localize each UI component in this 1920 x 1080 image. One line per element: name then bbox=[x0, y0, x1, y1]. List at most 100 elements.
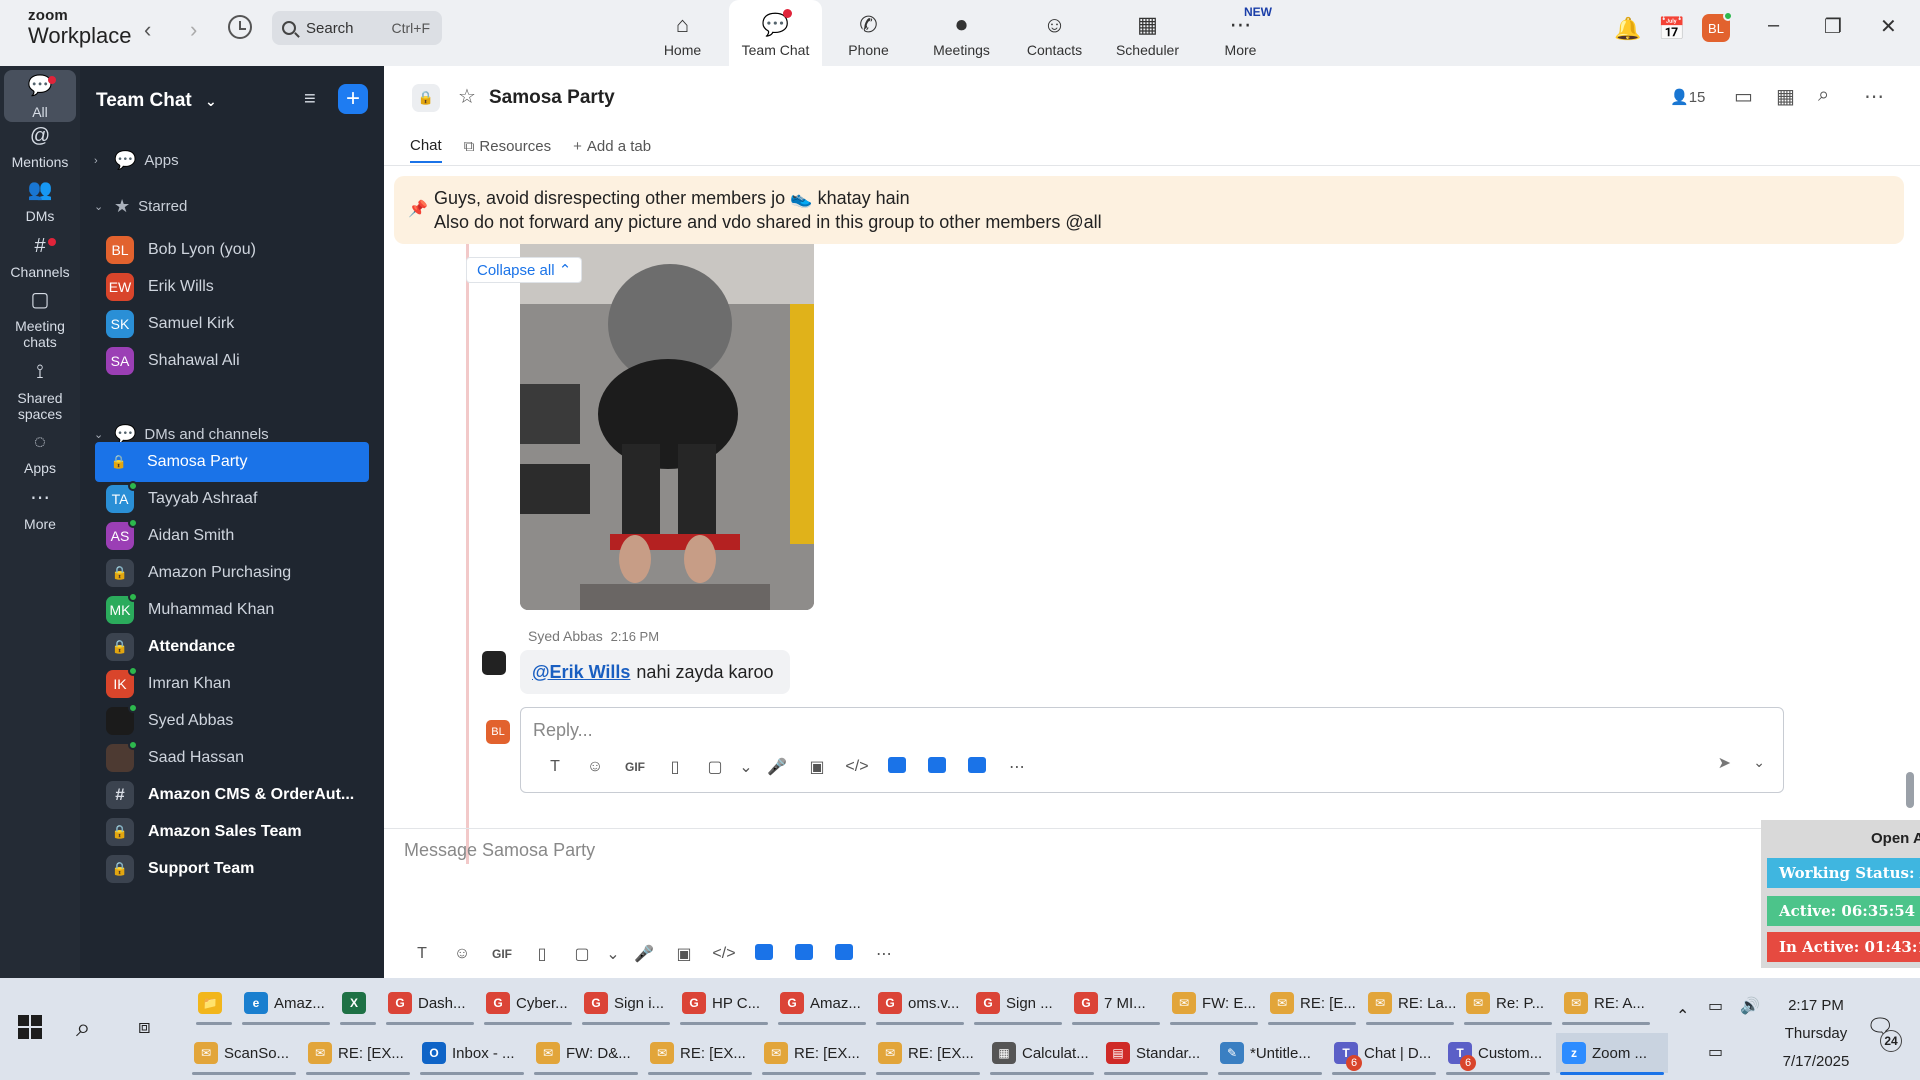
rail-mentions[interactable]: @ Mentions bbox=[0, 124, 80, 170]
taskbar-app[interactable]: G Cyber... bbox=[480, 983, 576, 1025]
taskbar-app[interactable]: ✉ FW: E... bbox=[1166, 983, 1262, 1025]
forward-arrow-icon[interactable]: › bbox=[190, 17, 197, 43]
sidebar-item[interactable]: IK Imran Khan bbox=[96, 664, 384, 704]
collapse-all-button[interactable]: Collapse all ⌃ bbox=[466, 257, 583, 283]
sender-avatar[interactable] bbox=[482, 651, 506, 675]
restore-icon[interactable]: ❐ bbox=[1824, 14, 1842, 39]
message-input[interactable]: Message Samosa Party bbox=[404, 840, 595, 861]
battery-icon[interactable]: ▭ bbox=[1708, 996, 1723, 1016]
nav-tab-scheduler[interactable]: ▦ Scheduler bbox=[1101, 0, 1194, 66]
gif-icon[interactable]: GIF bbox=[615, 760, 655, 774]
send-icon[interactable]: ➤ bbox=[1718, 753, 1731, 773]
screenshot-icon[interactable]: ▢ bbox=[562, 944, 602, 964]
apps-section[interactable]: › 💬 Apps bbox=[94, 150, 179, 171]
taskbar-app[interactable]: G Amaz... bbox=[774, 983, 870, 1025]
taskbar-app[interactable]: G HP C... bbox=[676, 983, 772, 1025]
nav-tab-contacts[interactable]: ☺ Contacts bbox=[1008, 0, 1101, 66]
taskbar-app[interactable]: ▦ Calculat... bbox=[986, 1033, 1098, 1075]
filter-icon[interactable]: ≡ bbox=[304, 88, 316, 111]
rail-meeting-chats[interactable]: ▢ Meeting chats bbox=[0, 288, 80, 350]
nav-tab-meetings[interactable]: ⏺ Meetings bbox=[915, 0, 1008, 66]
calendar-icon[interactable]: ▦ bbox=[1776, 84, 1795, 109]
taskbar-app[interactable]: T Chat | D... 6 bbox=[1328, 1033, 1440, 1075]
history-icon[interactable] bbox=[228, 15, 252, 39]
taskbar-app[interactable]: e Amaz... bbox=[238, 983, 334, 1025]
sidebar-item[interactable]: EW Erik Wills bbox=[96, 267, 384, 307]
nav-tab-phone[interactable]: ✆ Phone bbox=[822, 0, 915, 66]
sidebar-title[interactable]: Team Chat ⌄ bbox=[96, 90, 217, 112]
file-icon[interactable]: ▯ bbox=[522, 944, 562, 964]
taskbar-app[interactable]: ✉ RE: [E... bbox=[1264, 983, 1360, 1025]
channel-title[interactable]: Samosa Party bbox=[489, 87, 615, 109]
more-icon[interactable]: ⋯ bbox=[1864, 84, 1884, 109]
text-format-icon[interactable]: T bbox=[402, 945, 442, 963]
taskbar-app[interactable]: ✉ ScanSo... bbox=[188, 1033, 300, 1075]
sidebar-item[interactable]: 🔒 Amazon Purchasing bbox=[96, 553, 384, 593]
sidebar-item[interactable]: SA Shahawal Ali bbox=[96, 341, 384, 381]
shared-image[interactable] bbox=[520, 244, 814, 610]
sidebar-item[interactable]: SK Samuel Kirk bbox=[96, 304, 384, 344]
close-icon[interactable]: ✕ bbox=[1880, 14, 1897, 39]
taskbar-app[interactable]: ✉ RE: La... bbox=[1362, 983, 1458, 1025]
rail-shared-spaces[interactable]: ⟟ Shared spaces bbox=[0, 360, 80, 422]
rail-all[interactable]: 💬 All bbox=[4, 70, 76, 122]
gif-icon[interactable]: GIF bbox=[482, 947, 522, 961]
taskbar-app[interactable]: ✉ RE: [EX... bbox=[872, 1033, 984, 1075]
members-button[interactable]: 👤15 bbox=[1670, 88, 1705, 106]
file-icon[interactable]: ▯ bbox=[655, 757, 695, 777]
taskbar-app[interactable]: 📁 bbox=[192, 983, 236, 1025]
mic-icon[interactable]: 🎤 bbox=[624, 944, 664, 964]
sidebar-item[interactable]: MK Muhammad Khan bbox=[96, 590, 384, 630]
screenshot-icon[interactable]: ▢ bbox=[695, 757, 735, 777]
taskbar-app[interactable]: ✉ RE: A... bbox=[1558, 983, 1654, 1025]
taskbar-app[interactable]: T Custom... 6 bbox=[1442, 1033, 1554, 1075]
app-icon-2[interactable] bbox=[917, 756, 957, 778]
starred-section[interactable]: ⌄ ★ Starred bbox=[94, 196, 187, 217]
search-icon[interactable]: ⌕ bbox=[1818, 84, 1829, 107]
tab-add[interactable]: + Add a tab bbox=[573, 137, 651, 163]
rail-more[interactable]: ⋯ More bbox=[0, 486, 80, 532]
video-message-icon[interactable]: ▣ bbox=[797, 757, 837, 777]
taskbar-app[interactable]: X bbox=[336, 983, 380, 1025]
scrollbar-thumb[interactable] bbox=[1906, 772, 1914, 808]
rail-dms[interactable]: 👥 DMs bbox=[0, 178, 80, 224]
rail-channels[interactable]: # Channels bbox=[0, 234, 80, 280]
tab-resources[interactable]: ⧉ Resources bbox=[464, 137, 551, 163]
pinned-message[interactable]: 📌 Guys, avoid disrespecting other member… bbox=[394, 176, 1904, 244]
windows-start-icon[interactable] bbox=[18, 1015, 42, 1039]
message-bubble[interactable]: @Erik Wills nahi zayda karoo bbox=[520, 650, 790, 694]
taskbar-app[interactable]: G Dash... bbox=[382, 983, 478, 1025]
tab-chat[interactable]: Chat bbox=[410, 137, 442, 163]
rail-apps[interactable]: ◌ Apps bbox=[0, 430, 80, 476]
search-box[interactable]: Search Ctrl+F bbox=[272, 11, 442, 45]
minimize-icon[interactable]: – bbox=[1768, 14, 1779, 37]
taskbar-app[interactable]: z Zoom ... bbox=[1556, 1033, 1668, 1075]
sidebar-item[interactable]: # Amazon CMS & OrderAut... bbox=[96, 775, 384, 815]
mic-icon[interactable]: 🎤 bbox=[757, 757, 797, 777]
back-arrow-icon[interactable]: ‹ bbox=[144, 17, 151, 43]
sidebar-item[interactable]: Saad Hassan bbox=[96, 738, 384, 778]
dropdown-icon[interactable]: ⌄ bbox=[735, 757, 757, 777]
taskbar-app[interactable]: ✉ RE: [EX... bbox=[644, 1033, 756, 1075]
taskbar-app[interactable]: G 7 MI... bbox=[1068, 983, 1164, 1025]
dropdown-icon[interactable]: ⌄ bbox=[602, 944, 624, 964]
display-icon[interactable]: ▭ bbox=[1708, 1042, 1723, 1062]
reply-input[interactable]: Reply... T ☺ GIF ▯ ▢ ⌄ 🎤 ▣ </> ⋯ ➤ ⌄ bbox=[520, 707, 1784, 793]
app-icon-2[interactable] bbox=[784, 943, 824, 965]
code-icon[interactable]: </> bbox=[704, 945, 744, 963]
emoji-icon[interactable]: ☺ bbox=[442, 945, 482, 963]
taskbar-app[interactable]: Goms.v... bbox=[872, 983, 968, 1025]
bell-icon[interactable]: 🔔 bbox=[1614, 16, 1641, 42]
app-icon-1[interactable] bbox=[877, 756, 917, 778]
video-message-icon[interactable]: ▣ bbox=[664, 944, 704, 964]
taskbar-clock[interactable]: 2:17 PM Thursday 7/17/2025 bbox=[1776, 992, 1856, 1076]
nav-tab-more[interactable]: ⋯ More NEW bbox=[1194, 0, 1287, 66]
nav-tab-home[interactable]: ⌂ Home bbox=[636, 0, 729, 66]
taskbar-app[interactable]: ✉ RE: [EX... bbox=[758, 1033, 870, 1075]
emoji-icon[interactable]: ☺ bbox=[575, 758, 615, 776]
sidebar-item[interactable]: 🔒 Samosa Party bbox=[95, 442, 369, 482]
sidebar-item[interactable]: 🔒 Amazon Sales Team bbox=[96, 812, 384, 852]
taskbar-app[interactable]: ✉ FW: D&... bbox=[530, 1033, 642, 1075]
open-app-button[interactable]: Open A bbox=[1871, 830, 1920, 847]
volume-icon[interactable]: 🔊 bbox=[1740, 996, 1760, 1016]
